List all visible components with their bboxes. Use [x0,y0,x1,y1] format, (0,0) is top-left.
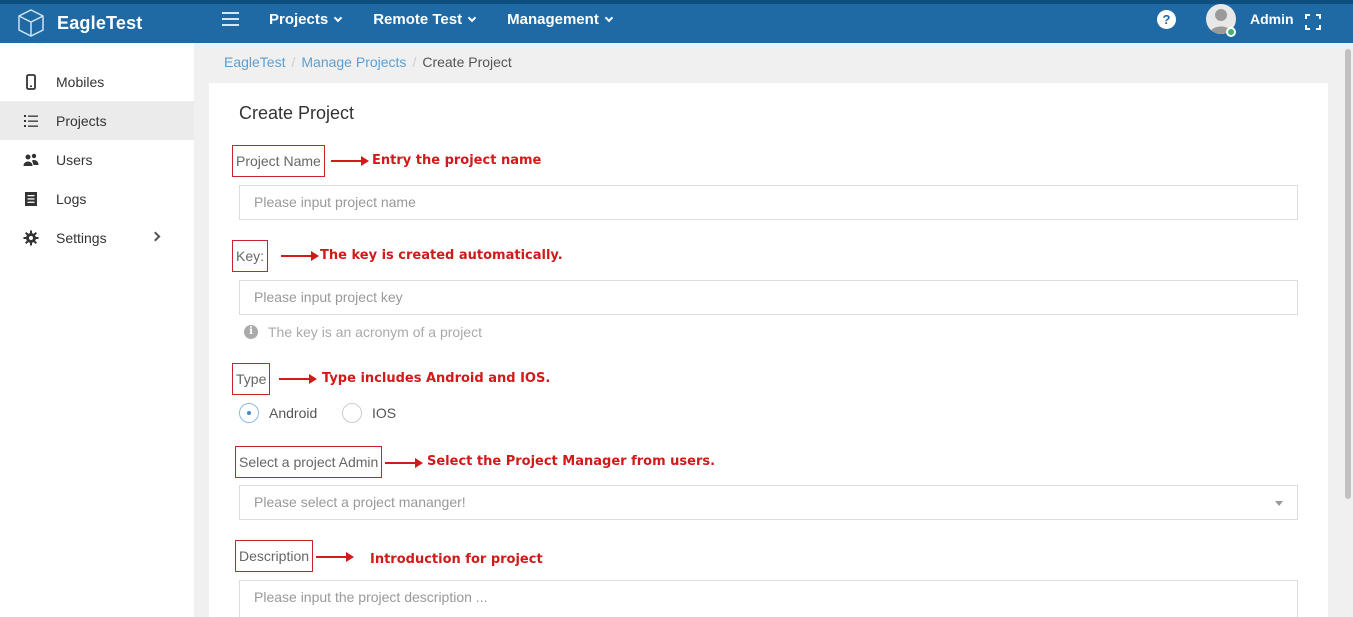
annotation-description: Introduction for project [370,552,543,567]
chevron-right-icon [150,231,161,242]
radio-ios[interactable]: IOS [342,403,396,423]
chevron-down-icon [333,13,343,22]
caret-down-icon [1275,501,1283,506]
scrollbar-thumb[interactable] [1345,49,1351,499]
sidebar-item-mobiles[interactable]: Mobiles [0,62,194,101]
project-name-label: Project Name [232,145,325,177]
breadcrumb-home[interactable]: EagleTest [224,54,285,70]
radio-circle[interactable] [239,403,259,423]
mobile-icon [26,73,36,90]
project-name-input[interactable]: Please input project name [239,185,1298,220]
description-textarea[interactable]: Please input the project description ... [239,580,1298,617]
sidebar: Mobiles Projects Users Logs Settings [0,43,194,617]
top-nav: Projects Remote Test Management [269,11,644,28]
top-navbar: EagleTest [0,0,1353,43]
sidebar-item-settings[interactable]: Settings [0,218,194,257]
page-title: Create Project [239,103,355,123]
nav-projects[interactable]: Projects [269,11,343,28]
nav-management[interactable]: Management [507,11,614,28]
annotation-arrow [281,251,319,261]
breadcrumb: EagleTest / Manage Projects / Create Pro… [224,54,512,70]
breadcrumb-current: Create Project [422,54,512,70]
chevron-down-icon [604,13,614,22]
radio-android[interactable]: Android [239,403,317,423]
list-icon [24,114,38,127]
nav-remote-test[interactable]: Remote Test [373,11,477,28]
cube-logo-icon [18,9,44,37]
scrollbar[interactable] [1343,43,1353,617]
users-icon [23,153,39,166]
brand[interactable]: EagleTest [16,7,143,39]
fullscreen-icon[interactable] [1305,14,1321,30]
breadcrumb-manage-projects[interactable]: Manage Projects [301,54,406,70]
radio-circle[interactable] [342,403,362,423]
chevron-down-icon [467,13,477,22]
info-icon: i [244,325,258,339]
gear-icon [23,230,39,245]
key-hint: i The key is an acronym of a project [244,324,482,340]
annotation-name: Entry the project name [372,153,542,168]
sidebar-item-logs[interactable]: Logs [0,179,194,218]
annotation-arrow [316,552,354,562]
annotation-key: The key is created automatically. [320,248,563,263]
annotation-admin: Select the Project Manager from users. [427,454,716,469]
annotation-type: Type includes Android and IOS. [322,371,551,386]
sidebar-item-projects[interactable]: Projects [0,101,194,140]
project-key-input[interactable]: Please input project key [239,280,1298,315]
type-label: Type [232,363,271,395]
annotation-arrow [279,374,317,384]
menu-toggle-icon[interactable] [222,12,239,26]
help-icon[interactable]: ? [1157,10,1176,29]
project-admin-label: Select a project Admin [235,446,383,478]
sidebar-item-users[interactable]: Users [0,140,194,179]
annotation-arrow [331,156,369,166]
document-icon [25,191,37,206]
annotation-arrow [385,458,423,468]
online-status-dot [1226,27,1236,37]
username[interactable]: Admin [1250,11,1294,27]
description-label: Description [235,540,314,572]
brand-name: EagleTest [57,12,143,33]
key-label: Key: [232,240,269,272]
project-admin-select[interactable]: Please select a project mananger! [239,485,1298,520]
